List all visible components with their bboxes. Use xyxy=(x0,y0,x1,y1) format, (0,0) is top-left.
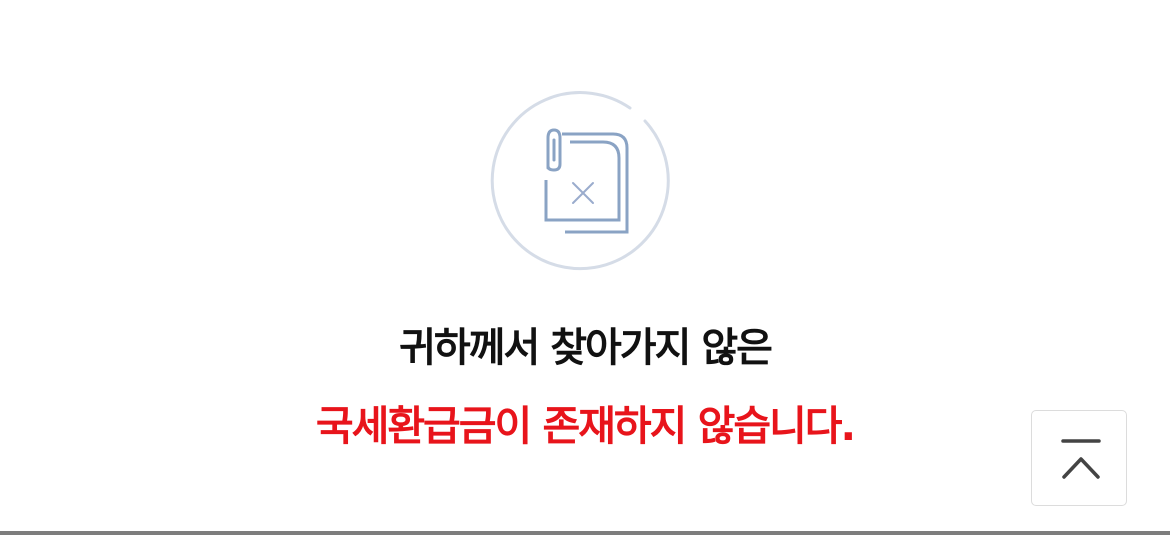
scroll-to-top-button[interactable] xyxy=(1031,410,1127,506)
chevron-up-to-top-icon xyxy=(1061,439,1101,479)
empty-message-line2: 국세환급금이 존재하지 않습니다. xyxy=(315,402,856,450)
document-not-found-icon xyxy=(490,86,680,276)
empty-state-page: 귀하께서 찾아가지 않은 국세환급금이 존재하지 않습니다. xyxy=(0,0,1170,535)
bottom-divider xyxy=(0,531,1170,535)
empty-message-line1: 귀하께서 찾아가지 않은 xyxy=(399,325,773,371)
